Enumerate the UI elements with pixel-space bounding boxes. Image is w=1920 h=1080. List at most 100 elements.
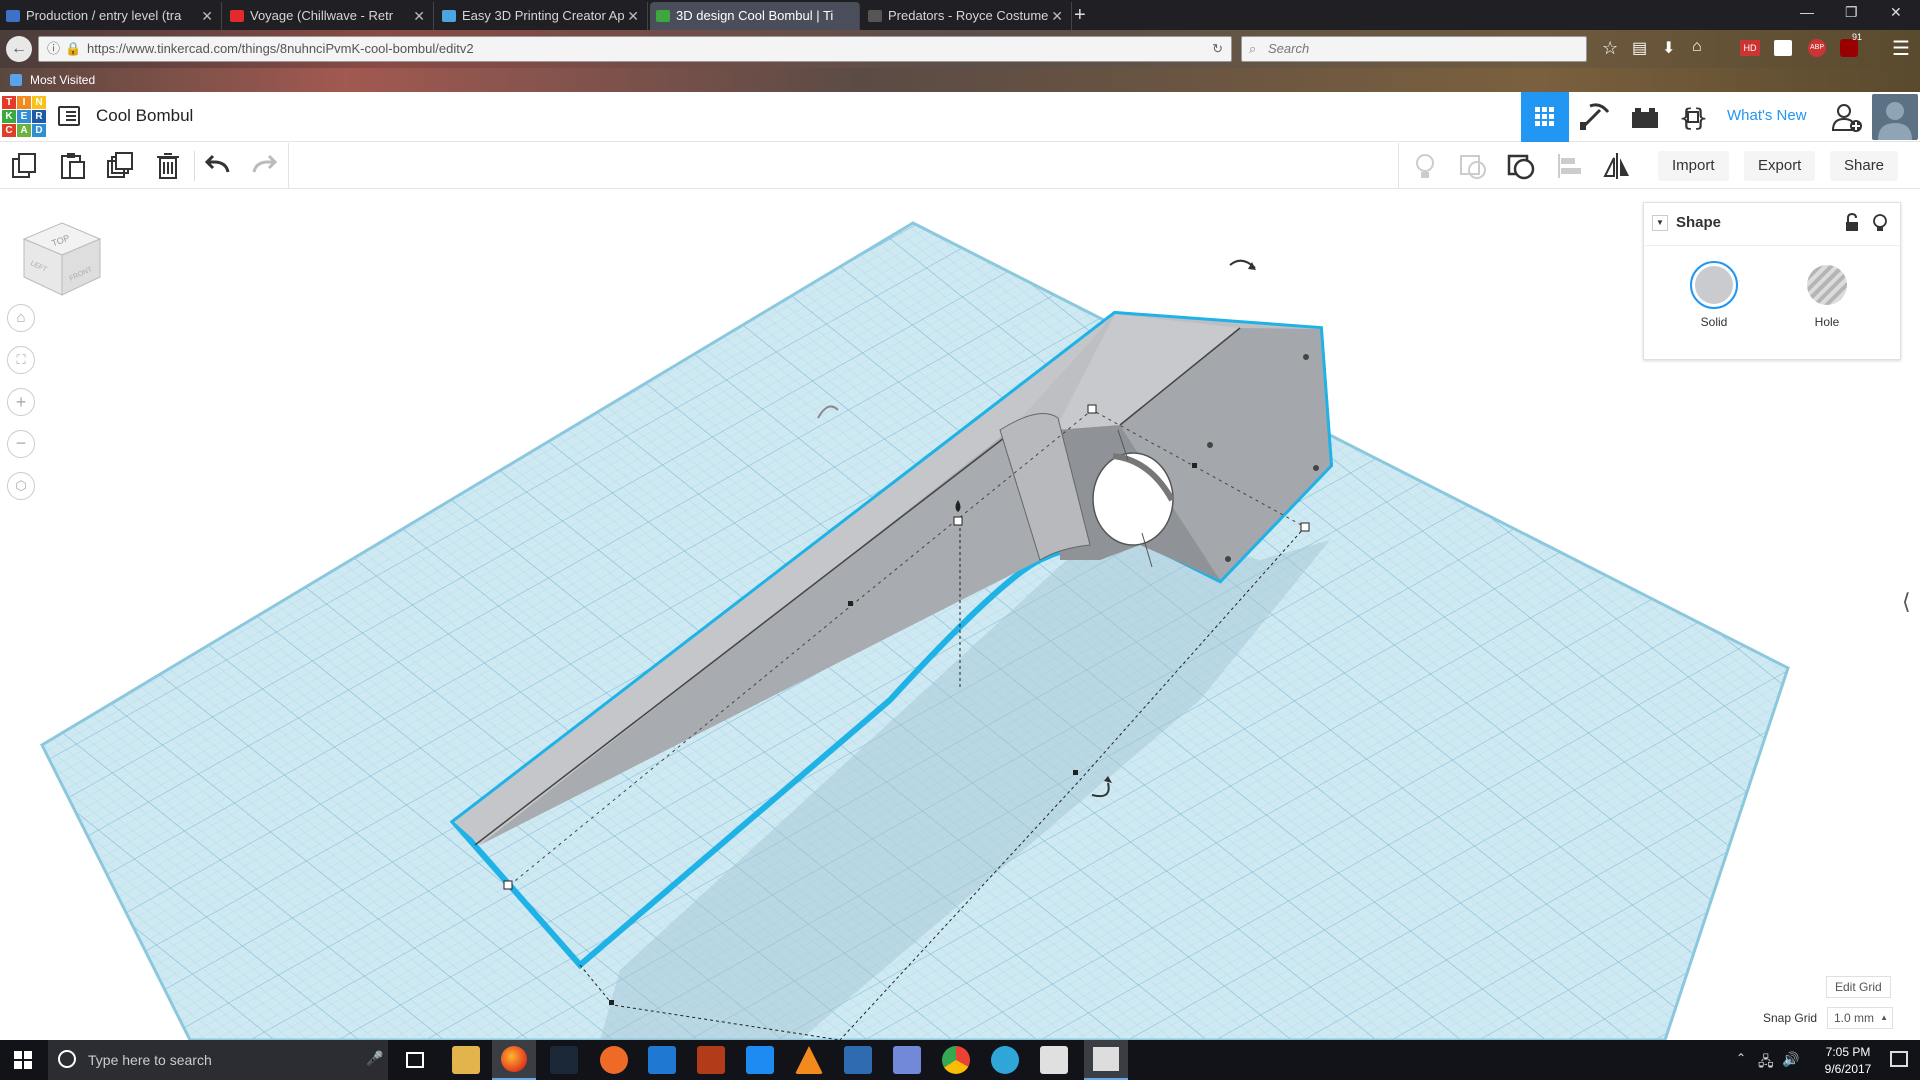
- whats-new-link[interactable]: What's New: [1727, 107, 1807, 124]
- volume-icon[interactable]: 🔊: [1782, 1051, 1799, 1068]
- codeblocks-icon[interactable]: {}: [1676, 100, 1710, 134]
- origin-icon[interactable]: [600, 1046, 628, 1074]
- close-icon[interactable]: ✕: [1051, 2, 1063, 30]
- tinkercad-logo[interactable]: T I N K E R C A D: [2, 96, 46, 138]
- undo-icon[interactable]: [202, 150, 234, 182]
- delete-trash-icon[interactable]: [152, 150, 184, 182]
- avatar[interactable]: [1872, 94, 1918, 140]
- workplane-canvas[interactable]: TOP LEFT FRONT ⌂ ⛶ + − ⬡ ⟨ Edit Grid Sna…: [0, 189, 1920, 1040]
- media-app-icon[interactable]: [844, 1046, 872, 1074]
- chevron-up-icon[interactable]: ⌃: [1736, 1051, 1746, 1065]
- hole-button[interactable]: [1807, 265, 1847, 305]
- ungroup-icon[interactable]: [1505, 150, 1537, 182]
- fit-view-icon[interactable]: ⛶: [7, 346, 35, 374]
- app-icon[interactable]: [991, 1046, 1019, 1074]
- most-visited-link[interactable]: Most Visited: [30, 68, 95, 92]
- shape-inspector-panel: ▼ Shape Solid Hole: [1643, 202, 1901, 360]
- minimize-icon[interactable]: —: [1800, 4, 1814, 20]
- collapse-panel-icon[interactable]: ⟨: [1902, 589, 1911, 615]
- dropbox-icon[interactable]: [746, 1046, 774, 1074]
- outlook-icon[interactable]: [648, 1046, 676, 1074]
- maximize-icon[interactable]: ❐: [1845, 4, 1858, 21]
- add-user-icon[interactable]: [1830, 100, 1864, 134]
- import-button[interactable]: Import: [1658, 151, 1729, 181]
- chrome-icon[interactable]: [942, 1046, 970, 1074]
- firefox-taskbar-button[interactable]: [492, 1040, 536, 1080]
- tab-voyage[interactable]: Voyage (Chillwave - Retr ✕: [224, 2, 434, 30]
- mail-icon[interactable]: [1040, 1046, 1068, 1074]
- tab-production[interactable]: Production / entry level (tra ✕: [0, 2, 222, 30]
- workplane-view[interactable]: [0, 189, 1920, 1040]
- notification-center-icon[interactable]: [1890, 1051, 1908, 1067]
- new-tab-button[interactable]: +: [1074, 4, 1086, 27]
- zoom-in-icon[interactable]: +: [7, 388, 35, 416]
- solid-button[interactable]: [1690, 261, 1738, 309]
- group-icon[interactable]: [1457, 150, 1489, 182]
- close-icon[interactable]: ✕: [627, 2, 639, 30]
- edit-grid-button[interactable]: Edit Grid: [1826, 976, 1891, 998]
- clock-date[interactable]: 9/6/2017: [1808, 1062, 1888, 1076]
- info-icon[interactable]: ⓘ: [47, 37, 60, 61]
- chevron-down-icon[interactable]: ▼: [1652, 215, 1668, 231]
- height-handle[interactable]: [953, 516, 963, 526]
- redo-icon[interactable]: [248, 150, 280, 182]
- photos-taskbar-button[interactable]: [1084, 1040, 1128, 1080]
- design-list-icon[interactable]: [58, 106, 80, 126]
- 3d-design-view-button[interactable]: [1521, 92, 1569, 142]
- share-button[interactable]: Share: [1830, 151, 1899, 181]
- center-handle[interactable]: [609, 1000, 614, 1005]
- adblock-icon[interactable]: ABP: [1808, 39, 1826, 57]
- paste-icon[interactable]: [56, 150, 88, 182]
- view-cube[interactable]: TOP LEFT FRONT: [20, 217, 104, 301]
- clock-time[interactable]: 7:05 PM: [1808, 1045, 1888, 1059]
- bookmark-star-icon[interactable]: ☆: [1602, 38, 1618, 59]
- reading-list-icon[interactable]: ▤: [1632, 38, 1647, 58]
- center-handle[interactable]: [1192, 463, 1197, 468]
- download-icon[interactable]: ⬇: [1662, 38, 1675, 58]
- home-view-icon[interactable]: ⌂: [7, 304, 35, 332]
- duplicate-icon[interactable]: [104, 150, 136, 182]
- window-close-icon[interactable]: ✕: [1890, 4, 1902, 21]
- design-title[interactable]: Cool Bombul: [96, 106, 193, 126]
- taskbar-search-input[interactable]: Type here to search 🎤: [48, 1040, 388, 1080]
- close-icon[interactable]: ✕: [201, 2, 213, 30]
- network-icon[interactable]: 🖧: [1758, 1051, 1774, 1075]
- home-icon[interactable]: ⌂: [1692, 38, 1702, 56]
- light-bulb-icon[interactable]: [1870, 213, 1890, 233]
- search-input[interactable]: ⌕ Search: [1241, 36, 1587, 62]
- align-icon[interactable]: [1553, 150, 1585, 182]
- hd-extension-icon[interactable]: HD: [1740, 40, 1760, 56]
- back-icon[interactable]: ←: [6, 36, 32, 62]
- steam-icon[interactable]: [550, 1046, 578, 1074]
- windows-start-icon[interactable]: [14, 1051, 32, 1069]
- close-icon[interactable]: ✕: [413, 2, 425, 30]
- notes-lightbulb-icon[interactable]: [1409, 150, 1441, 182]
- resize-handle[interactable]: [1087, 404, 1097, 414]
- discord-icon[interactable]: [893, 1046, 921, 1074]
- zoom-out-icon[interactable]: −: [7, 430, 35, 458]
- tab-3d-design[interactable]: 3D design Cool Bombul | Ti: [650, 2, 860, 30]
- menu-icon[interactable]: ☰: [1892, 36, 1910, 61]
- lock-icon[interactable]: [1842, 213, 1862, 233]
- tab-easy-3d[interactable]: Easy 3D Printing Creator Ap ✕: [436, 2, 648, 30]
- center-handle[interactable]: [848, 601, 853, 606]
- microphone-icon[interactable]: 🎤: [366, 1050, 383, 1067]
- blocks-pickaxe-icon[interactable]: [1578, 100, 1612, 134]
- mirror-icon[interactable]: [1601, 150, 1633, 182]
- pocket-icon[interactable]: [1774, 40, 1792, 56]
- game-app-icon[interactable]: [697, 1046, 725, 1074]
- file-explorer-icon[interactable]: [452, 1046, 480, 1074]
- center-handle[interactable]: [1073, 770, 1078, 775]
- export-button[interactable]: Export: [1744, 151, 1816, 181]
- perspective-icon[interactable]: ⬡: [7, 472, 35, 500]
- tab-predators[interactable]: Predators - Royce Costume ✕: [862, 2, 1072, 30]
- task-view-icon[interactable]: [406, 1052, 424, 1068]
- snap-grid-select[interactable]: 1.0 mm ▲: [1827, 1007, 1893, 1029]
- vlc-icon[interactable]: [795, 1046, 823, 1074]
- copy-icon[interactable]: [8, 150, 40, 182]
- bricks-icon[interactable]: [1628, 100, 1662, 134]
- url-bar[interactable]: ⓘ 🔒 https://www.tinkercad.com/things/8nu…: [38, 36, 1232, 62]
- resize-handle[interactable]: [1300, 522, 1310, 532]
- resize-handle[interactable]: [503, 880, 513, 890]
- reload-icon[interactable]: ↻: [1212, 37, 1223, 61]
